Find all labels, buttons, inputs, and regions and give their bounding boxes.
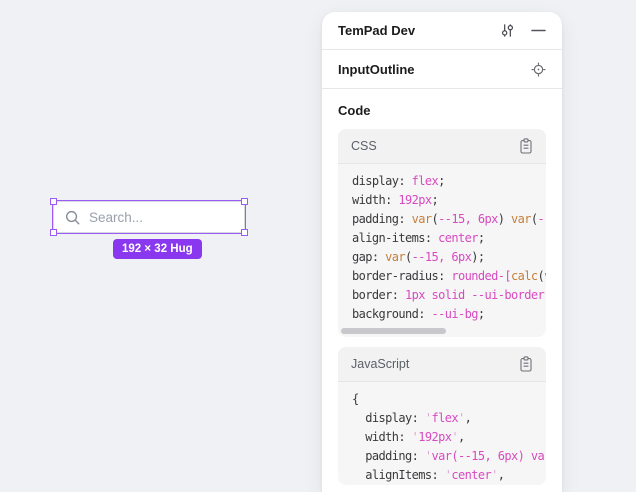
code-line: border: 1px solid --ui-border- — [352, 286, 546, 305]
component-name: InputOutline — [338, 62, 415, 77]
code-line: { — [352, 390, 546, 409]
copy-clipboard-icon[interactable] — [519, 138, 533, 154]
javascript-code-block: JavaScript { display: 'flex', width: '19… — [338, 347, 546, 485]
selection-handle-top-right[interactable] — [241, 198, 248, 205]
search-placeholder: Search... — [89, 210, 143, 225]
search-icon — [64, 209, 81, 226]
code-section: Code CSS display: flex;width: 192px;padd… — [322, 89, 562, 485]
css-code-block-header: CSS — [338, 129, 546, 164]
tempad-dev-panel: TemPad Dev InputOutline — [322, 12, 562, 492]
selection-handle-bottom-right[interactable] — [241, 229, 248, 236]
code-line: width: '192px', — [352, 428, 546, 447]
code-line: alignItems: 'center', — [352, 466, 546, 485]
code-line: display: flex; — [352, 172, 546, 191]
selection-handle-bottom-left[interactable] — [50, 229, 57, 236]
horizontal-scrollbar — [341, 328, 543, 334]
settings-sliders-icon[interactable] — [499, 22, 516, 39]
code-line: align-items: center; — [352, 229, 546, 248]
locate-crosshair-icon[interactable] — [531, 62, 546, 77]
javascript-code-block-header: JavaScript — [338, 347, 546, 382]
selection-size-badge: 192 × 32 Hug — [113, 239, 202, 259]
panel-header: TemPad Dev — [322, 12, 562, 50]
code-line: display: 'flex', — [352, 409, 546, 428]
selected-component-row: InputOutline — [322, 50, 562, 89]
panel-title: TemPad Dev — [338, 23, 415, 38]
javascript-code[interactable]: { display: 'flex', width: '192px', paddi… — [338, 382, 546, 485]
code-line: background: --ui-bg; — [352, 305, 546, 324]
horizontal-scrollbar-thumb[interactable] — [341, 328, 446, 334]
css-code-block: CSS display: flex;width: 192px;padding: … — [338, 129, 546, 337]
code-section-title: Code — [338, 103, 546, 118]
code-line: width: 192px; — [352, 191, 546, 210]
code-line: border-radius: rounded-[calc(var( — [352, 267, 546, 286]
code-line: padding: 'var(--15, 6px) var(--15, 6px)'… — [352, 447, 546, 466]
code-line: gap: var(--15, 6px); — [352, 248, 546, 267]
minimize-icon[interactable] — [531, 23, 546, 38]
css-language-label: CSS — [351, 139, 377, 153]
code-line: padding: var(--15, 6px) var(--15, 6px); — [352, 210, 546, 229]
search-input[interactable]: Search... — [53, 201, 245, 233]
javascript-language-label: JavaScript — [351, 357, 409, 371]
selection-handle-top-left[interactable] — [50, 198, 57, 205]
copy-clipboard-icon[interactable] — [519, 356, 533, 372]
css-code[interactable]: display: flex;width: 192px;padding: var(… — [338, 164, 546, 324]
selection-outline — [52, 200, 246, 234]
